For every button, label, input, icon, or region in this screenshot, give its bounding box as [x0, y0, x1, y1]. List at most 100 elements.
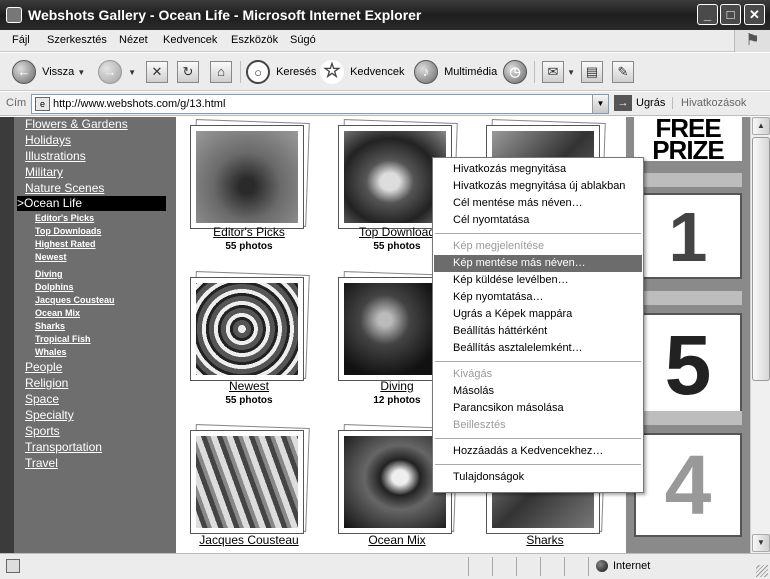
nav-flowers-gardens[interactable]: Flowers & Gardens [25, 117, 128, 131]
photo-stack[interactable] [190, 271, 310, 385]
gallery-title[interactable]: Ocean Mix [332, 533, 462, 547]
sub-editors-picks[interactable]: Editor's Picks [35, 213, 94, 223]
sub-highest-rated[interactable]: Highest Rated [35, 239, 96, 249]
nav-sports[interactable]: Sports [25, 424, 60, 438]
page-status-icon [6, 559, 20, 573]
forward-button[interactable]: → ▼ [98, 58, 136, 86]
ad-number-tile[interactable]: 5 [634, 313, 742, 415]
nav-space[interactable]: Space [25, 392, 59, 406]
go-button[interactable]: → Ugrás [614, 95, 665, 111]
gallery-title[interactable]: Sharks [480, 533, 610, 547]
edit-button[interactable]: ✎ [612, 58, 634, 86]
ad-number-tile[interactable]: 4 [634, 433, 742, 537]
gallery-title[interactable]: Editor's Picks [184, 225, 314, 239]
favorites-button[interactable]: ☆ Kedvencek [320, 58, 405, 86]
gallery-title[interactable]: Jacques Cousteau [184, 533, 314, 547]
refresh-icon: ↻ [177, 61, 199, 84]
gallery-title[interactable]: Newest [184, 379, 314, 393]
sub-sharks[interactable]: Sharks [35, 321, 65, 331]
ctx-email-picture[interactable]: Kép küldése levélben… [434, 272, 642, 289]
scroll-down-icon[interactable]: ▼ [752, 534, 770, 552]
history-icon: ◷ [503, 60, 527, 85]
menu-edit[interactable]: Szerkesztés [47, 34, 107, 46]
sub-diving[interactable]: Diving [35, 269, 63, 279]
nav-illustrations[interactable]: Illustrations [25, 149, 86, 163]
search-button[interactable]: ○ Keresés [246, 58, 316, 86]
minimize-button[interactable]: _ [697, 4, 718, 25]
close-button[interactable]: ✕ [744, 4, 765, 25]
search-label: Keresés [276, 66, 317, 78]
resize-grip[interactable] [756, 565, 768, 577]
ctx-add-to-favorites[interactable]: Hozzáadás a Kedvencekhez… [434, 443, 642, 460]
menu-tools[interactable]: Eszközök [231, 34, 278, 46]
sub-whales[interactable]: Whales [35, 347, 67, 357]
sub-ocean-mix[interactable]: Ocean Mix [35, 308, 80, 318]
ctx-open-link[interactable]: Hivatkozás megnyitása [434, 161, 642, 178]
security-zone[interactable]: Internet [596, 560, 650, 573]
ctx-go-to-pictures[interactable]: Ugrás a Képek mappára [434, 306, 642, 323]
menu-favorites[interactable]: Kedvencek [163, 34, 217, 46]
ctx-copy[interactable]: Másolás [434, 383, 642, 400]
ie-app-icon[interactable] [6, 7, 22, 23]
mail-dropdown-icon[interactable]: ▼ [567, 68, 575, 77]
status-bar: Internet [0, 553, 770, 579]
nav-ocean-life-active[interactable]: >Ocean Life [17, 196, 166, 211]
history-button[interactable]: ◷ [503, 58, 530, 86]
ctx-open-link-new-window[interactable]: Hivatkozás megnyitása új ablakban [434, 178, 642, 195]
nav-military[interactable]: Military [25, 165, 63, 179]
sub-dolphins[interactable]: Dolphins [35, 282, 74, 292]
photo-stack[interactable] [190, 424, 310, 538]
thumbnail-image[interactable] [196, 436, 298, 528]
back-dropdown-icon[interactable]: ▼ [77, 68, 85, 77]
nav-people[interactable]: People [25, 360, 62, 374]
thumbnail-image[interactable] [196, 131, 298, 223]
thumbnail-image[interactable] [344, 131, 446, 223]
context-menu: Hivatkozás megnyitása Hivatkozás megnyit… [432, 157, 644, 493]
sub-jacques-cousteau[interactable]: Jacques Cousteau [35, 295, 115, 305]
ctx-copy-shortcut[interactable]: Parancsikon másolása [434, 400, 642, 417]
address-url[interactable]: http://www.webshots.com/g/13.html [53, 98, 225, 110]
stop-button[interactable]: ✕ [146, 58, 168, 86]
ad-number-tile[interactable]: 1 [634, 193, 742, 279]
nav-religion[interactable]: Religion [25, 376, 68, 390]
nav-holidays[interactable]: Holidays [25, 133, 71, 147]
ctx-save-picture-as[interactable]: Kép mentése más néven… [434, 255, 642, 272]
ctx-properties[interactable]: Tulajdonságok [434, 469, 642, 486]
sub-tropical-fish[interactable]: Tropical Fish [35, 334, 91, 344]
ctx-set-as-desktop-item[interactable]: Beállítás asztalelemként… [434, 340, 642, 357]
ctx-save-target-as[interactable]: Cél mentése más néven… [434, 195, 642, 212]
menu-view[interactable]: Nézet [119, 34, 148, 46]
scroll-thumb[interactable] [752, 137, 770, 381]
forward-dropdown-icon[interactable]: ▼ [128, 68, 136, 77]
ad-banner[interactable]: FREE PRIZE 1 5 4 [626, 117, 750, 553]
menu-file[interactable]: Fájl [12, 34, 30, 46]
ctx-set-as-background[interactable]: Beállítás háttérként [434, 323, 642, 340]
photo-stack[interactable] [190, 119, 310, 233]
sub-newest[interactable]: Newest [35, 252, 67, 262]
home-button[interactable]: ⌂ [210, 58, 232, 86]
back-button[interactable]: ← Vissza ▼ [12, 58, 85, 86]
nav-nature-scenes[interactable]: Nature Scenes [25, 181, 104, 195]
mail-button[interactable]: ✉ ▼ [542, 58, 575, 86]
menu-help[interactable]: Súgó [290, 34, 316, 46]
links-button[interactable]: Hivatkozások [672, 97, 746, 109]
maximize-button[interactable]: □ [720, 4, 741, 25]
print-button[interactable]: ▤ [581, 58, 603, 86]
scroll-up-icon[interactable]: ▲ [752, 117, 770, 135]
vertical-scrollbar[interactable]: ▲ ▼ [750, 117, 770, 553]
ctx-print-target[interactable]: Cél nyomtatása [434, 212, 642, 229]
media-button[interactable]: ♪ Multimédia [414, 58, 497, 86]
nav-transportation[interactable]: Transportation [25, 440, 102, 454]
refresh-button[interactable]: ↻ [177, 58, 199, 86]
thumbnail-image[interactable] [344, 283, 446, 375]
sub-top-downloads[interactable]: Top Downloads [35, 226, 101, 236]
thumbnail-image[interactable] [196, 283, 298, 375]
address-input[interactable]: e http://www.webshots.com/g/13.html ▼ [31, 94, 609, 114]
thumbnail-image[interactable] [344, 436, 446, 528]
ad-headline[interactable]: FREE PRIZE [634, 117, 742, 163]
address-dropdown-icon[interactable]: ▼ [592, 95, 608, 113]
ctx-print-picture[interactable]: Kép nyomtatása… [434, 289, 642, 306]
nav-specialty[interactable]: Specialty [25, 408, 74, 422]
nav-travel[interactable]: Travel [25, 456, 58, 470]
status-segment [492, 557, 493, 576]
